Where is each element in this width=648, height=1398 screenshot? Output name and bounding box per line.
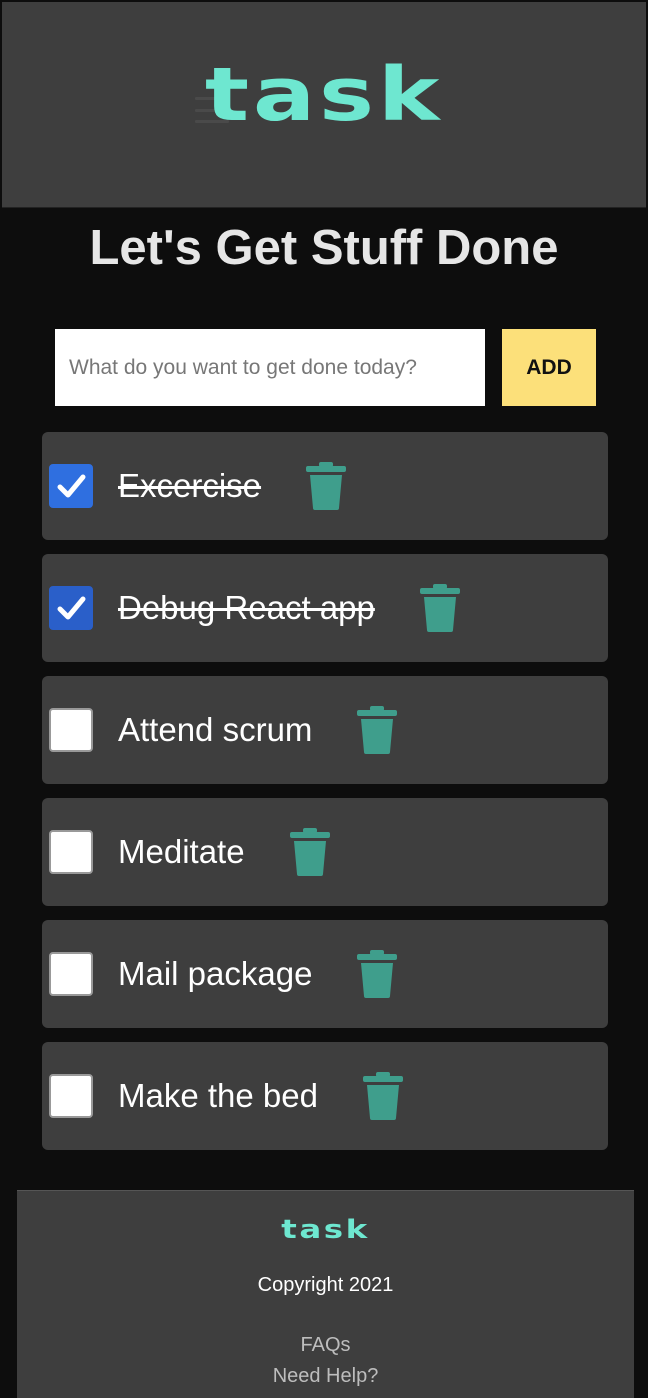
- trash-icon[interactable]: [289, 827, 331, 877]
- task-checkbox[interactable]: [49, 464, 93, 508]
- task-checkbox[interactable]: [49, 586, 93, 630]
- checkmark-icon: [57, 596, 86, 620]
- task-item: Debug React app: [42, 554, 608, 662]
- add-button[interactable]: ADD: [502, 329, 596, 406]
- need-help-link[interactable]: Need Help?: [17, 1365, 634, 1388]
- task-item: Attend scrum: [42, 676, 608, 784]
- task-item: Excercise: [42, 432, 608, 540]
- trash-icon[interactable]: [356, 705, 398, 755]
- task-label: Attend scrum: [118, 711, 313, 748]
- new-task-input[interactable]: [55, 329, 485, 406]
- trash-icon[interactable]: [305, 461, 347, 511]
- trash-icon[interactable]: [419, 583, 461, 633]
- trash-icon[interactable]: [362, 1071, 404, 1121]
- task-checkbox[interactable]: [49, 830, 93, 874]
- app-footer: task Copyright 2021 FAQs Need Help?: [17, 1190, 634, 1398]
- copyright-text: Copyright 2021: [257, 1274, 394, 1296]
- task-list: Excercise Debug React app Attend scrum M…: [42, 432, 608, 1164]
- app-logo: task: [204, 52, 444, 138]
- page-title: Let's Get Stuff Done: [89, 221, 559, 275]
- checkmark-icon: [57, 474, 86, 498]
- task-label: Mail package: [118, 955, 313, 992]
- trash-icon[interactable]: [356, 949, 398, 999]
- app-header: task: [2, 2, 646, 208]
- task-label: Make the bed: [118, 1077, 318, 1114]
- task-checkbox[interactable]: [49, 708, 93, 752]
- footer-logo: task: [281, 1215, 370, 1245]
- task-item: Make the bed: [42, 1042, 608, 1150]
- task-checkbox[interactable]: [49, 1074, 93, 1118]
- faq-link[interactable]: FAQs: [17, 1334, 634, 1357]
- task-label: Meditate: [118, 833, 245, 870]
- task-checkbox[interactable]: [49, 952, 93, 996]
- task-item: Mail package: [42, 920, 608, 1028]
- task-label: Debug React app: [118, 589, 375, 626]
- task-item: Meditate: [42, 798, 608, 906]
- task-label: Excercise: [118, 467, 262, 504]
